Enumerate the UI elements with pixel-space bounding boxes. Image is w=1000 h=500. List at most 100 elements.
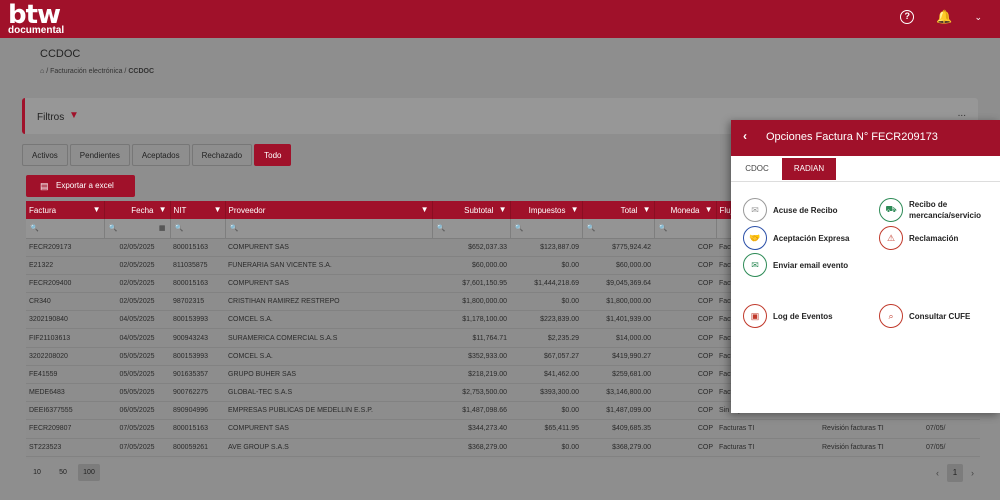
table-cell: 98702315 bbox=[170, 292, 225, 312]
table-cell: COP bbox=[654, 438, 716, 457]
table-row[interactable]: FECR209807 07/05/2025 800015163 COMPURENT S… bbox=[26, 419, 980, 439]
table-cell: FECR209400 bbox=[26, 274, 104, 294]
filter-icon[interactable]: ▼ bbox=[214, 205, 222, 214]
table-cell: COP bbox=[654, 401, 716, 421]
option-recibo-mercancia[interactable]: ⛟ Recibo de mercancía/servicio bbox=[879, 198, 989, 222]
table-cell: 900943243 bbox=[170, 328, 225, 348]
table-cell: $60,000.00 bbox=[432, 256, 510, 275]
status-tabs: Activos Pendientes Aceptados Rechazado T… bbox=[22, 144, 292, 166]
table-cell: $11,764.71 bbox=[432, 328, 510, 348]
page-number[interactable]: 1 bbox=[947, 464, 963, 482]
chevron-down-icon[interactable]: ⌄ bbox=[974, 12, 982, 23]
table-cell: FIF21103613 bbox=[26, 328, 104, 348]
filter-icon[interactable]: ▼ bbox=[421, 205, 429, 214]
option-acuse-recibo[interactable]: ✉ Acuse de Recibo bbox=[743, 198, 837, 222]
table-cell: $0.00 bbox=[510, 292, 582, 312]
logo[interactable]: btw documental bbox=[8, 2, 64, 36]
table-cell: COP bbox=[654, 274, 716, 294]
table-cell: COMCEL S.A. bbox=[225, 310, 432, 330]
filter-input-total[interactable]: 🔍 bbox=[582, 219, 655, 239]
more-icon[interactable]: ... bbox=[958, 108, 966, 119]
option-consultar-cufe[interactable]: ⌕ Consultar CUFE bbox=[879, 304, 970, 328]
col-nit[interactable]: NIT ▼ bbox=[170, 201, 226, 219]
calendar-icon[interactable]: ▦ bbox=[159, 224, 166, 232]
chevron-right-icon[interactable]: › bbox=[971, 468, 974, 478]
filter-icon[interactable]: ▼ bbox=[705, 205, 713, 214]
option-aceptacion-expresa[interactable]: 🤝 Aceptación Expresa bbox=[743, 226, 849, 250]
filter-input-moneda[interactable]: 🔍 bbox=[654, 219, 717, 239]
option-log-eventos[interactable]: ▣ Log de Eventos bbox=[743, 304, 833, 328]
envelope-icon: ✉ bbox=[743, 253, 767, 277]
col-moneda[interactable]: Moneda ▼ bbox=[654, 201, 717, 219]
export-excel-button[interactable]: ▤ Exportar a excel bbox=[26, 175, 135, 197]
col-subtotal[interactable]: Subtotal ▼ bbox=[432, 201, 511, 219]
excel-icon: ▤ bbox=[40, 181, 49, 191]
tab-rechazado[interactable]: Rechazado bbox=[191, 144, 253, 166]
filter-icon[interactable]: ▼ bbox=[643, 205, 651, 214]
table-cell: 07/05/2025 bbox=[104, 419, 170, 439]
home-icon[interactable]: ⌂ bbox=[40, 68, 44, 75]
panel-tabs: CDOC RADIAN bbox=[731, 156, 1000, 182]
table-cell: Revisión facturas TI bbox=[819, 419, 923, 439]
page-size-50[interactable]: 50 bbox=[52, 464, 74, 481]
table-cell: $0.00 bbox=[510, 401, 582, 421]
page-size-10[interactable]: 10 bbox=[26, 464, 48, 481]
table-cell: $368,279.00 bbox=[582, 438, 654, 457]
table-cell: 05/05/2025 bbox=[104, 383, 170, 403]
panel-title: Opciones Factura N° FECR209173 bbox=[766, 131, 938, 143]
tab-aceptados[interactable]: Aceptados bbox=[131, 144, 190, 166]
breadcrumb-item[interactable]: Facturación electrónica bbox=[50, 68, 122, 75]
col-proveedor[interactable]: Proveedor ▼ bbox=[225, 201, 433, 219]
bell-icon[interactable]: 🔔 bbox=[936, 9, 952, 25]
table-cell: $41,462.00 bbox=[510, 365, 582, 385]
option-enviar-email[interactable]: ✉ Enviar email evento bbox=[743, 253, 848, 277]
page-size-100[interactable]: 100 bbox=[78, 464, 100, 481]
filter-input-subtotal[interactable]: 🔍 bbox=[432, 219, 511, 239]
table-cell: $652,037.33 bbox=[432, 238, 510, 257]
table-row[interactable]: ST223523 07/05/2025 800059261 AVE GROUP S.A… bbox=[26, 438, 980, 457]
col-factura[interactable]: Factura ▼ bbox=[26, 201, 105, 219]
col-fecha[interactable]: Fecha ▼ bbox=[104, 201, 171, 219]
back-arrow-icon[interactable]: ‹ bbox=[743, 129, 747, 143]
question-circle-icon[interactable]: ? bbox=[900, 10, 915, 24]
table-cell: SURAMERICA COMERCIAL S.A.S bbox=[225, 328, 432, 348]
table-cell: $419,990.27 bbox=[582, 347, 654, 366]
table-cell: $2,753,500.00 bbox=[432, 383, 510, 403]
col-impuestos[interactable]: Impuestos ▼ bbox=[510, 201, 583, 219]
filter-icon[interactable]: ▼ bbox=[159, 205, 167, 214]
table-cell: $0.00 bbox=[510, 438, 582, 457]
col-total[interactable]: Total ▼ bbox=[582, 201, 655, 219]
filter-input-fecha[interactable]: 🔍 ▦ bbox=[104, 219, 171, 239]
table-cell: $2,235.29 bbox=[510, 328, 582, 348]
table-cell: COMPURENT SAS bbox=[225, 238, 432, 257]
invoice-options-panel: ‹ Opciones Factura N° FECR209173 CDOC RA… bbox=[731, 120, 1000, 413]
tab-activos[interactable]: Activos bbox=[22, 144, 68, 166]
table-cell: $3,146,800.00 bbox=[582, 383, 654, 403]
tab-radian[interactable]: RADIAN bbox=[782, 158, 836, 180]
table-cell: $1,800,000.00 bbox=[582, 292, 654, 312]
tab-todo[interactable]: Todo bbox=[254, 144, 292, 166]
table-cell: 890904996 bbox=[170, 401, 225, 421]
filter-icon[interactable]: ▼ bbox=[93, 205, 101, 214]
tab-cdoc[interactable]: CDOC bbox=[735, 158, 779, 180]
table-cell: EMPRESAS PUBLICAS DE MEDELLIN E.S.P. bbox=[225, 401, 432, 421]
chevron-left-icon[interactable]: ‹ bbox=[936, 468, 939, 478]
table-cell: CRISTIHAN RAMIREZ RESTREPO bbox=[225, 292, 432, 312]
filter-icon[interactable]: ▼ bbox=[571, 205, 579, 214]
table-cell: $123,887.09 bbox=[510, 238, 582, 257]
table-cell: GRUPO BUHER SAS bbox=[225, 365, 432, 385]
option-reclamacion[interactable]: ⚠ Reclamación bbox=[879, 226, 958, 250]
table-cell: COP bbox=[654, 238, 716, 257]
filter-input-factura[interactable]: 🔍 bbox=[26, 219, 105, 239]
truck-icon: ⛟ bbox=[879, 198, 903, 222]
table-cell: COP bbox=[654, 419, 716, 439]
table-cell: COP bbox=[654, 383, 716, 403]
tab-pendientes[interactable]: Pendientes bbox=[69, 144, 130, 166]
filter-input-nit[interactable]: 🔍 bbox=[170, 219, 226, 239]
filter-icon[interactable]: ▼ bbox=[499, 205, 507, 214]
table-cell: 900762275 bbox=[170, 383, 225, 403]
filter-input-proveedor[interactable]: 🔍 bbox=[225, 219, 433, 239]
filter-input-impuestos[interactable]: 🔍 bbox=[510, 219, 583, 239]
table-cell: $60,000.00 bbox=[582, 256, 654, 275]
table-cell: 02/05/2025 bbox=[104, 238, 170, 257]
